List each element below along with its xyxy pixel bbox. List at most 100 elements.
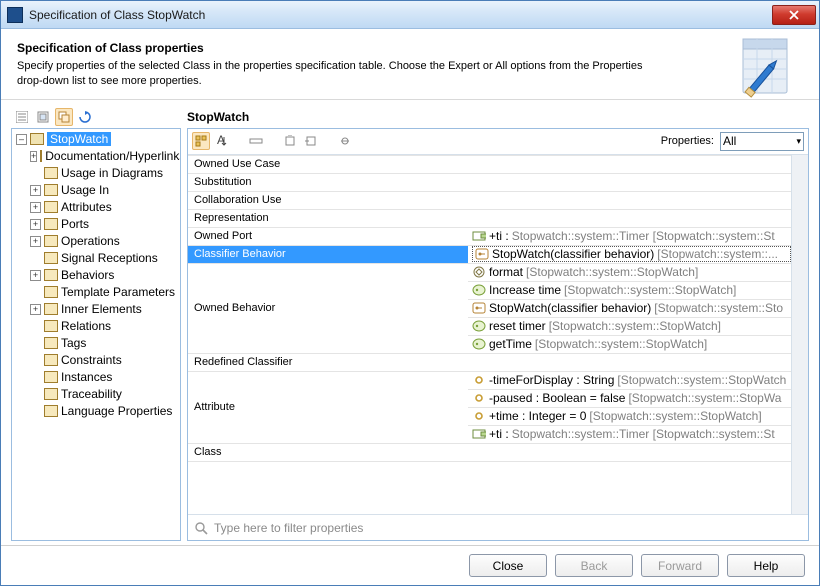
tree-item-label: Operations [61,234,120,248]
close-window-button[interactable] [772,5,816,25]
property-value[interactable] [468,155,791,173]
twisty-expand-icon[interactable]: + [30,304,41,315]
property-row[interactable]: Collaboration Use [188,191,791,209]
property-value[interactable]: getTime [Stopwatch::system::StopWatch] [468,335,791,353]
tree[interactable]: – StopWatch +Documentation/HyperlinksUsa… [11,128,181,541]
property-row[interactable]: Substitution [188,173,791,191]
forward-button[interactable]: Forward [641,554,719,577]
filter-bar[interactable]: Type here to filter properties [188,514,808,540]
tree-item[interactable]: Instances [12,369,180,386]
property-value[interactable] [468,173,791,191]
tree-item[interactable]: Tags [12,335,180,352]
twisty-expand-icon[interactable]: + [30,185,41,196]
twisty-spacer [30,355,41,366]
tree-item[interactable]: +Documentation/Hyperlinks [12,148,180,165]
tree-root[interactable]: – StopWatch [12,131,180,148]
properties-panel: A Properties: All ▾ [187,128,809,541]
help-button[interactable]: Help [727,554,805,577]
property-value[interactable]: StopWatch(classifier behavior) [Stopwatc… [468,299,791,317]
right-pane: StopWatch A Properties: All ▾ [187,106,809,541]
body: – StopWatch +Documentation/HyperlinksUsa… [1,100,819,545]
tree-item[interactable]: +Usage In [12,182,180,199]
tree-item[interactable]: + Attributes [12,199,180,216]
toolbar-button[interactable] [247,132,265,150]
property-name: Class [188,443,468,461]
close-button[interactable]: Close [469,554,547,577]
sort-alpha-button[interactable]: A [213,132,231,150]
folder-icon [44,405,58,417]
property-value-detail: [Stopwatch::system::StopWatch] [526,265,698,279]
tree-item[interactable]: +Ports [12,216,180,233]
property-value[interactable]: +time : Integer = 0 [Stopwatch::system::… [468,407,791,425]
property-value[interactable] [468,443,791,461]
property-row[interactable]: Class [188,443,791,461]
property-value-main: format [489,265,523,279]
tree-item[interactable]: +Inner Elements [12,301,180,318]
attribute-icon [472,374,486,386]
tree-item-label: Attributes [61,200,112,214]
property-value-main: StopWatch(classifier behavior) [489,301,651,315]
twisty-expand-icon[interactable]: + [30,219,41,230]
twisty-expand-icon[interactable]: + [30,202,41,213]
twisty-collapse-icon[interactable]: – [16,134,27,145]
property-row[interactable]: Attribute-timeForDisplay : String [Stopw… [188,371,791,389]
tree-item[interactable]: Traceability [12,386,180,403]
tree-item[interactable]: + Operations [12,233,180,250]
folder-icon [44,252,58,264]
tree-tool-button[interactable] [34,108,52,126]
properties-grid[interactable]: Owned Use CaseSubstitutionCollaboration … [188,155,791,514]
property-value[interactable] [468,209,791,227]
property-value[interactable]: +ti : Stopwatch::system::Timer [Stopwatc… [468,227,791,245]
back-button[interactable]: Back [555,554,633,577]
attribute-icon [472,392,486,404]
titlebar[interactable]: Specification of Class StopWatch [1,1,819,29]
tree-item[interactable]: Usage in Diagrams [12,165,180,182]
tree-item[interactable]: Template Parameters [12,284,180,301]
property-value[interactable] [468,191,791,209]
property-row[interactable]: Redefined Classifier [188,353,791,371]
tree-tool-button[interactable] [13,108,31,126]
header: Specification of Class properties Specif… [1,29,819,99]
port-icon [472,230,486,242]
property-value-content: -paused : Boolean = false [Stopwatch::sy… [472,391,791,405]
properties-dropdown[interactable]: All ▾ [720,132,804,151]
tree-item[interactable]: Language Properties [12,403,180,420]
property-row[interactable]: Representation [188,209,791,227]
tree-item[interactable]: +Behaviors [12,267,180,284]
property-name: Attribute [188,371,468,443]
property-value-main: +time : Integer = 0 [489,409,586,423]
tree-tool-button-pressed[interactable] [55,108,73,126]
folder-icon [44,235,58,247]
tree-item[interactable]: Constraints [12,352,180,369]
sort-category-button[interactable] [192,132,210,150]
property-row[interactable]: Owned Port+ti : Stopwatch::system::Timer… [188,227,791,245]
tree-item[interactable]: Signal Receptions [12,250,180,267]
toolbar-button[interactable] [302,132,320,150]
folder-icon [44,218,58,230]
property-value[interactable]: StopWatch(classifier behavior) [Stopwatc… [468,245,791,263]
property-value[interactable] [468,353,791,371]
property-value[interactable]: Increase time [Stopwatch::system::StopWa… [468,281,791,299]
breadcrumb: StopWatch [187,106,809,128]
tree-item[interactable]: Relations [12,318,180,335]
property-value[interactable]: -paused : Boolean = false [Stopwatch::sy… [468,389,791,407]
twisty-expand-icon[interactable]: + [30,151,37,162]
property-row[interactable]: Classifier BehaviorStopWatch(classifier … [188,245,791,263]
twisty-spacer [30,321,41,332]
toolbar-button[interactable] [281,132,299,150]
scrollbar[interactable] [791,155,808,514]
property-value-content: +ti : Stopwatch::system::Timer [Stopwatc… [472,229,791,243]
refresh-button[interactable] [76,108,94,126]
filter-placeholder: Type here to filter properties [214,521,363,535]
property-row[interactable]: Owned Use Case [188,155,791,173]
twisty-expand-icon[interactable]: + [30,270,41,281]
twisty-expand-icon[interactable]: + [30,236,41,247]
property-value-detail: [Stopwatch::system::StopWatch] [549,319,721,333]
folder-icon [44,201,58,213]
toolbar-button[interactable] [336,132,354,150]
property-value[interactable]: format [Stopwatch::system::StopWatch] [468,263,791,281]
property-value[interactable]: -timeForDisplay : String [Stopwatch::sys… [468,371,791,389]
property-value[interactable]: reset timer [Stopwatch::system::StopWatc… [468,317,791,335]
property-value[interactable]: +ti : Stopwatch::system::Timer [Stopwatc… [468,425,791,443]
property-row[interactable]: Owned Behaviorformat [Stopwatch::system:… [188,263,791,281]
